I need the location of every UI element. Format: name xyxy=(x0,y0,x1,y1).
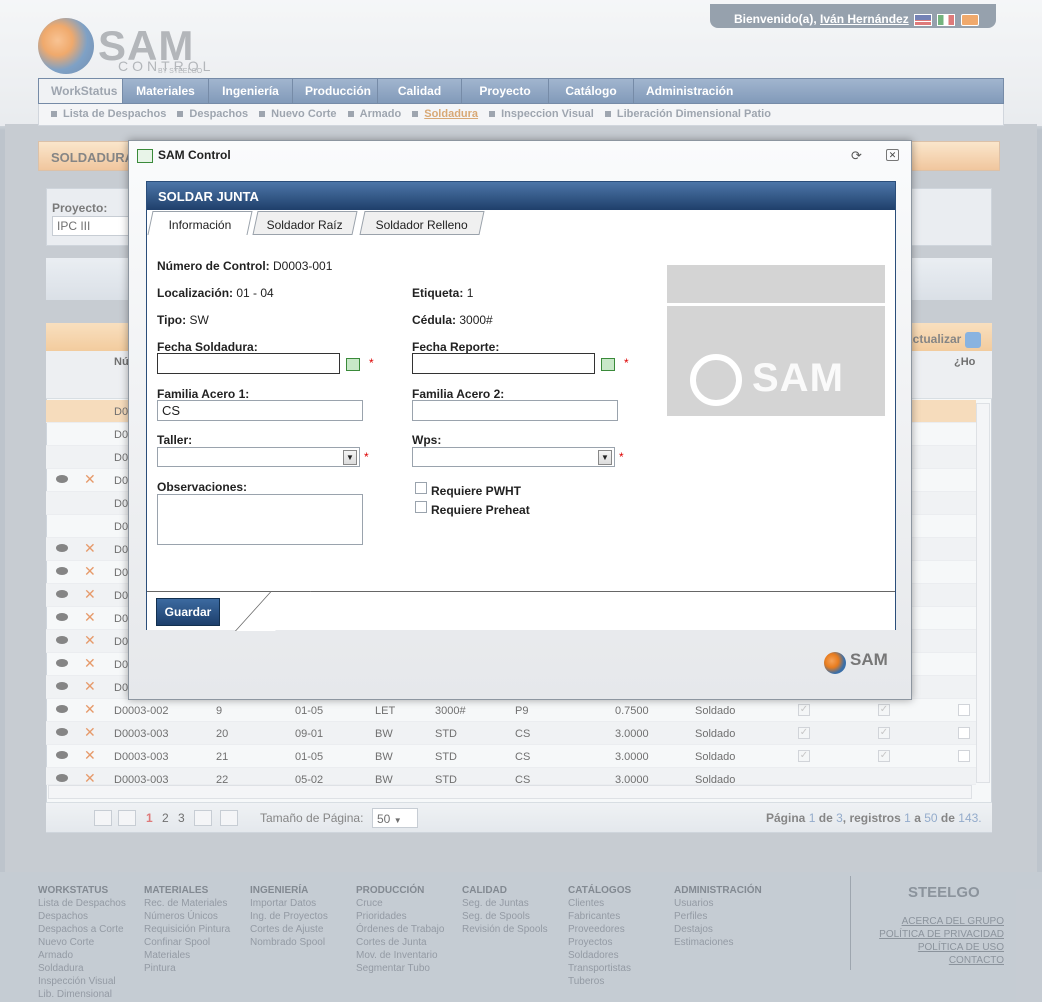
app-window-icon xyxy=(137,149,153,163)
chevron-down-icon[interactable]: ▼ xyxy=(598,450,612,465)
tab-informacion[interactable]: Información xyxy=(147,211,253,235)
required-mark: * xyxy=(624,356,629,370)
taller-label: Taller: xyxy=(157,433,193,447)
familia-acero-1-input[interactable]: CS xyxy=(157,400,363,421)
localizacion: Localización: 01 - 04 xyxy=(157,286,274,300)
sam-mini-logo: SAM xyxy=(850,650,888,669)
pwht-label: Requiere PWHT xyxy=(431,484,522,498)
wps-label: Wps: xyxy=(412,433,442,447)
close-icon[interactable]: ✕ xyxy=(886,149,899,161)
image-placeholder xyxy=(667,265,885,303)
sam-watermark-icon xyxy=(690,354,742,406)
fecha-soldadura-input[interactable] xyxy=(157,353,340,374)
calendar-icon[interactable] xyxy=(346,358,360,371)
guardar-button[interactable]: Guardar xyxy=(156,598,220,626)
observaciones-label: Observaciones: xyxy=(157,480,248,494)
preheat-checkbox[interactable] xyxy=(415,501,427,513)
cedula: Cédula: 3000# xyxy=(412,313,493,327)
reload-icon[interactable]: ⟳ xyxy=(851,148,862,164)
chevron-down-icon[interactable]: ▼ xyxy=(343,450,357,465)
form-title: SOLDAR JUNTA xyxy=(147,182,895,210)
required-mark: * xyxy=(369,356,374,370)
preheat-label: Requiere Preheat xyxy=(431,503,530,517)
tab-soldador-raiz[interactable]: Soldador Raíz xyxy=(252,211,358,235)
wps-select[interactable]: ▼ xyxy=(412,447,615,467)
familia1-label: Familia Acero 1: xyxy=(157,387,250,401)
fecha-soldadura-label: Fecha Soldadura: xyxy=(157,340,258,354)
sam-watermark: SAM xyxy=(752,356,844,400)
etiqueta: Etiqueta: 1 xyxy=(412,286,474,300)
fecha-reporte-input[interactable] xyxy=(412,353,595,374)
tab-soldador-relleno[interactable]: Soldador Relleno xyxy=(359,211,485,235)
taller-select[interactable]: ▼ xyxy=(157,447,360,467)
required-mark: * xyxy=(619,450,624,464)
pwht-checkbox[interactable] xyxy=(415,482,427,494)
modal-title: SAM Control xyxy=(158,148,231,162)
familia2-label: Familia Acero 2: xyxy=(412,387,505,401)
form-footer-divider xyxy=(147,591,895,592)
tipo: Tipo: SW xyxy=(157,313,209,327)
fecha-reporte-label: Fecha Reporte: xyxy=(412,340,500,354)
sam-mini-logo-icon xyxy=(824,652,846,674)
familia-acero-2-input[interactable] xyxy=(412,400,618,421)
numero-control: Número de Control: D0003-001 xyxy=(157,259,333,273)
required-mark: * xyxy=(364,450,369,464)
calendar-icon[interactable] xyxy=(601,358,615,371)
observaciones-textarea[interactable] xyxy=(157,494,363,545)
